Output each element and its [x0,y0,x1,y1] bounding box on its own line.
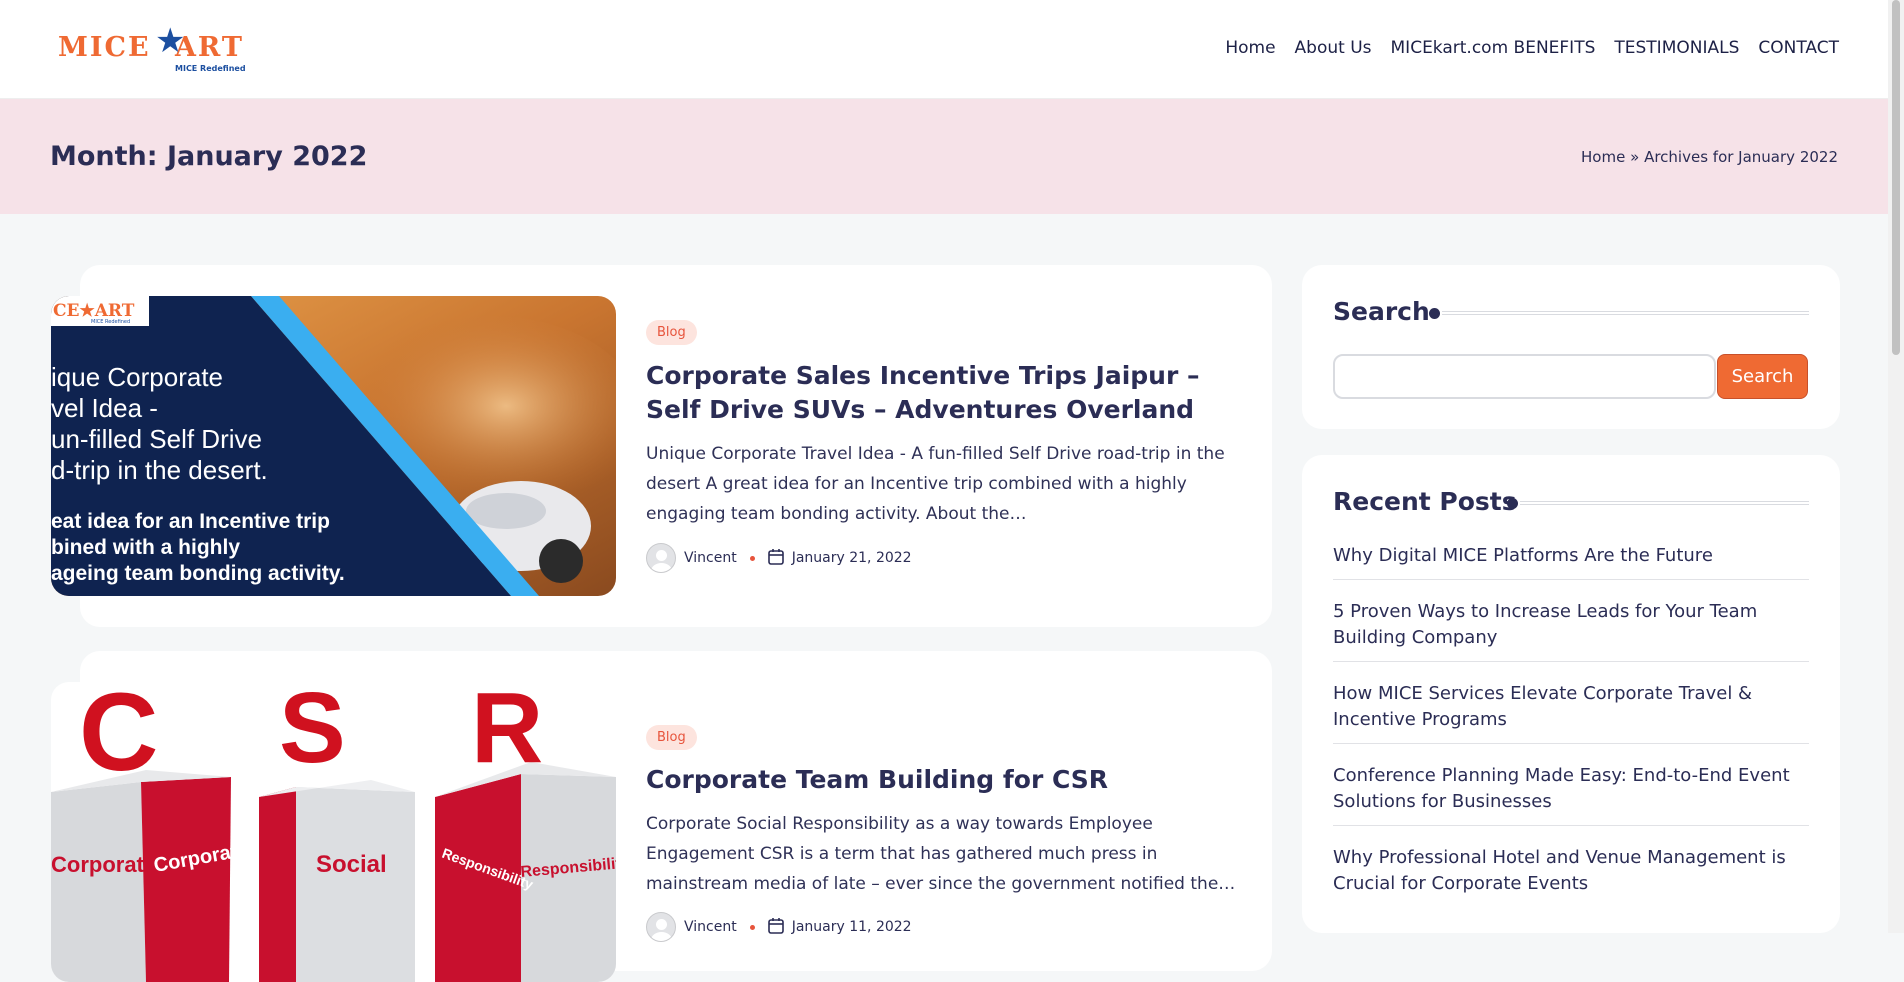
nav-testimonials[interactable]: TESTIMONIALS [1614,38,1739,58]
post-author[interactable]: Vincent [684,550,737,566]
post-title[interactable]: Corporate Sales Incentive Trips Jaipur –… [646,359,1246,427]
logo-wordmark: MICEKART [58,32,244,63]
svg-text:ique Corporate: ique Corporate [51,362,223,392]
post-meta: Vincent January 11, 2022 [646,912,912,942]
svg-text:d-trip in the desert.: d-trip in the desert. [51,455,268,485]
recent-posts-title: Recent Posts [1333,487,1517,516]
logo-tagline: MICE Redefined [175,64,246,73]
breadcrumb-separator: » [1630,148,1640,166]
search-input[interactable] [1333,354,1716,399]
post-thumbnail-image: C S R Corporate Corporate Social Respons… [51,682,616,982]
post-thumbnail[interactable]: CE★ART MICE Redefined ique Corporate vel… [51,296,616,596]
nav-home[interactable]: Home [1225,38,1275,58]
page-title-band: Month: January 2022 Home » Archives for … [0,99,1888,214]
recent-post-divider [1333,661,1809,662]
svg-text:Corporate: Corporate [51,852,156,877]
post-card: CE★ART MICE Redefined ique Corporate vel… [51,265,1272,627]
post-date[interactable]: January 21, 2022 [792,550,912,566]
calendar-icon [767,548,784,569]
meta-separator-dot [749,924,755,930]
breadcrumb: Home » Archives for January 2022 [1581,148,1838,166]
svg-text:un-filled Self Drive: un-filled Self Drive [51,424,262,454]
post-category-badge[interactable]: Blog [646,320,697,345]
recent-post-link[interactable]: Conference Planning Made Easy: End-to-En… [1333,763,1809,815]
svg-text:ageing team bonding activity.: ageing team bonding activity. [51,562,345,585]
author-avatar [646,543,676,573]
post-category-badge[interactable]: Blog [646,725,697,750]
site-logo[interactable]: MICEKART ★ MICE Redefined [58,21,254,73]
site-header: MICEKART ★ MICE Redefined Home About Us … [0,0,1888,99]
recent-post-link[interactable]: Why Digital MICE Platforms Are the Futur… [1333,543,1809,569]
title-divider [1520,501,1809,505]
breadcrumb-current: Archives for January 2022 [1644,148,1838,166]
recent-posts-widget: Recent Posts Why Digital MICE Platforms … [1302,455,1840,933]
svg-text:MICE Redefined: MICE Redefined [91,319,130,325]
image-logo-text: CE★ART [53,301,135,321]
post-thumbnail[interactable]: C S R Corporate Corporate Social Respons… [51,682,616,982]
image-letter-s: S [279,682,346,784]
scrollbar-thumb[interactable] [1892,0,1900,355]
svg-text:bined with a highly: bined with a highly [51,536,240,559]
post-title[interactable]: Corporate Team Building for CSR [646,763,1246,797]
meta-separator-dot [749,555,755,561]
post-card: C S R Corporate Corporate Social Respons… [51,651,1272,982]
title-divider [1442,311,1809,315]
nav-about-us[interactable]: About Us [1295,38,1372,58]
page-title: Month: January 2022 [50,141,368,172]
recent-post-divider [1333,743,1809,744]
title-dot-icon [1429,308,1440,319]
post-excerpt: Unique Corporate Travel Idea - A fun-fil… [646,444,1225,524]
svg-text:Social: Social [316,851,387,878]
calendar-icon [767,917,784,938]
author-avatar [646,912,676,942]
main-nav: Home About Us MICEkart.com BENEFITS TEST… [1225,38,1839,58]
recent-post-link[interactable]: 5 Proven Ways to Increase Leads for Your… [1333,599,1809,651]
recent-post-divider [1333,579,1809,580]
recent-post-link[interactable]: How MICE Services Elevate Corporate Trav… [1333,681,1809,733]
recent-post-link[interactable]: Why Professional Hotel and Venue Managem… [1333,845,1809,897]
image-letter-c: C [79,682,158,794]
title-dot-icon [1507,498,1518,509]
search-widget: Search Search [1302,265,1840,429]
post-excerpt: Corporate Social Responsibility as a way… [646,814,1236,894]
page-scrollbar[interactable] [1888,0,1904,933]
search-widget-title: Search [1333,297,1430,326]
svg-text:eat idea for an Incentive trip: eat idea for an Incentive trip [51,510,330,533]
nav-contact[interactable]: CONTACT [1758,38,1839,58]
image-letter-r: R [471,682,543,784]
search-button[interactable]: Search [1717,354,1808,399]
post-meta: Vincent January 21, 2022 [646,543,912,573]
recent-post-divider [1333,825,1809,826]
nav-benefits[interactable]: MICEkart.com BENEFITS [1391,38,1596,58]
post-thumbnail-image: CE★ART MICE Redefined ique Corporate vel… [51,296,616,596]
logo-star-icon: ★ [155,21,186,61]
breadcrumb-home[interactable]: Home [1581,148,1625,166]
svg-text:vel Idea -: vel Idea - [51,393,158,423]
